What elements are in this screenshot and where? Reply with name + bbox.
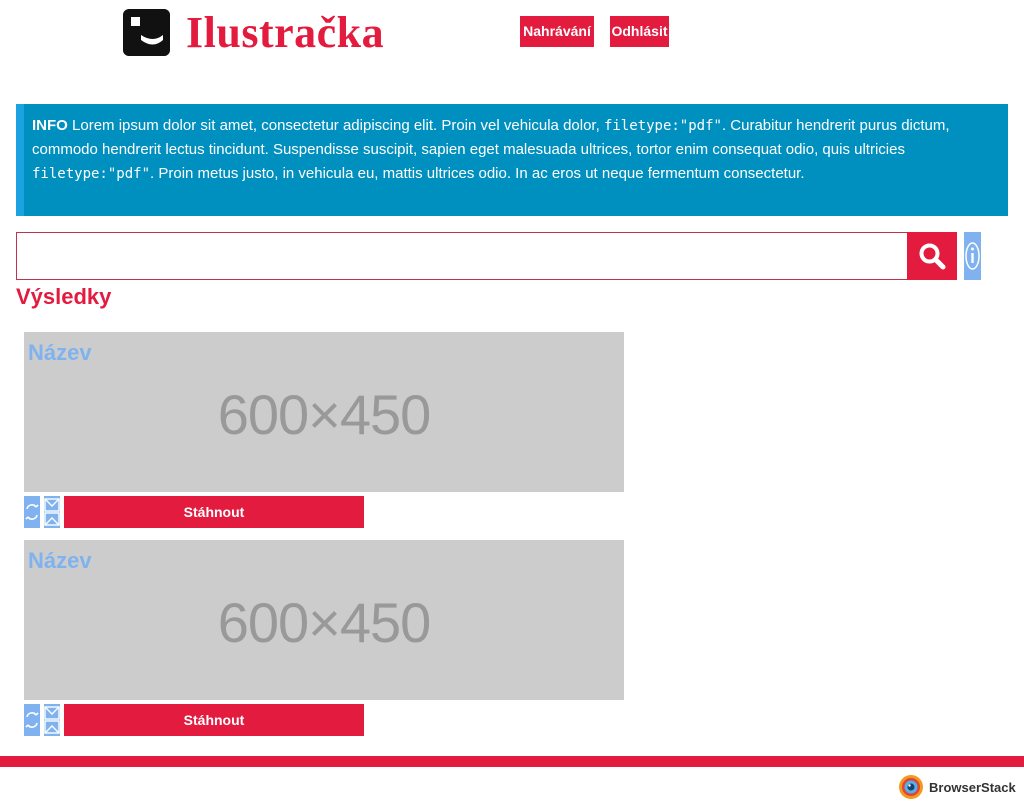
info-text: Lorem ipsum dolor sit amet, consectetur … (67, 117, 604, 134)
browserstack-badge: BrowserStack (898, 774, 1016, 800)
result-actions: Stáhnout (24, 496, 624, 532)
result-card: Název 600×450 Stáhnout (24, 332, 624, 532)
nav-logout-button[interactable]: Odhlásit (610, 16, 669, 47)
mail-icon[interactable] (44, 704, 60, 736)
search-button[interactable] (907, 232, 957, 280)
swap-icon[interactable] (24, 496, 40, 528)
browserstack-text: BrowserStack (929, 779, 1016, 795)
info-box: INFO Lorem ipsum dolor sit amet, consect… (16, 104, 1008, 216)
results-title: Výsledky (16, 284, 112, 309)
logo-text: Ilustračka (186, 8, 385, 57)
footer-bar (0, 756, 1024, 767)
nav-upload-button[interactable]: Nahrávání (520, 16, 594, 47)
placeholder-size-text: 600×450 (217, 591, 432, 654)
info-label: INFO (32, 117, 68, 134)
download-button[interactable]: Stáhnout (64, 496, 364, 528)
info-icon (965, 242, 980, 270)
info-text: . Proin metus justo, in vehicula eu, mat… (150, 165, 805, 182)
result-actions: Stáhnout (24, 704, 624, 740)
browserstack-logo-icon (899, 775, 923, 799)
info-code: filetype:"pdf" (603, 118, 722, 134)
result-card: Název 600×450 Stáhnout (24, 540, 624, 740)
result-title: Název (28, 548, 92, 573)
search-info-button[interactable] (964, 232, 981, 280)
search-icon (919, 243, 946, 270)
placeholder-size-text: 600×450 (217, 383, 432, 446)
swap-icon[interactable] (24, 704, 40, 736)
info-code: filetype:"pdf" (32, 166, 151, 182)
result-title: Název (28, 340, 92, 365)
download-button[interactable]: Stáhnout (64, 704, 364, 736)
result-thumbnail[interactable]: Název 600×450 (24, 332, 624, 492)
search-input[interactable] (16, 232, 908, 280)
result-thumbnail[interactable]: Název 600×450 (24, 540, 624, 700)
mail-icon[interactable] (44, 496, 60, 528)
logo-mark-icon (123, 9, 170, 56)
site-logo[interactable]: Ilustračka (123, 9, 384, 56)
